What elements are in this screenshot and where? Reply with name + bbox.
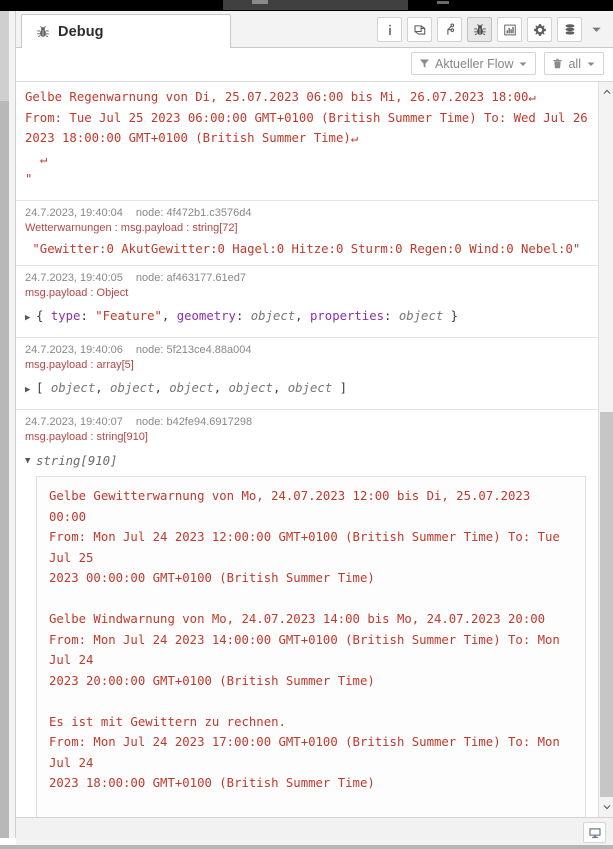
sidebar-tabbar: Debug: [16, 11, 613, 48]
chevron-down-icon: [586, 59, 596, 69]
message-topic[interactable]: msg.payload : string[910]: [16, 430, 598, 446]
filter-funnel-icon: [419, 58, 430, 69]
debug-message-list[interactable]: Gelbe Regenwarnung von Di, 25.07.2023 06…: [16, 82, 598, 817]
clear-messages-button[interactable]: all: [544, 52, 604, 75]
object-preview-tokens: { type: "Feature", geometry: object, pro…: [36, 309, 459, 323]
debug-filter-toolbar: Aktueller Flow all: [16, 48, 613, 82]
info-icon[interactable]: [377, 17, 402, 42]
message-meta: 24.7.2023, 19:40:04 node: 4f472b1.c3576d4: [16, 201, 598, 221]
monitor-icon[interactable]: [583, 822, 606, 843]
expanded-string-content: Gelbe Gewitterwarnung von Mo, 24.07.2023…: [36, 476, 586, 817]
message-node-id: node: 5f213ce4.88a004: [135, 344, 252, 356]
debug-message[interactable]: 24.7.2023, 19:40:05 node: af463177.61ed7 …: [16, 266, 598, 338]
tab-debug[interactable]: Debug: [21, 14, 231, 48]
message-timestamp: 24.7.2023, 19:40:05: [25, 272, 123, 284]
gear-icon[interactable]: [527, 17, 552, 42]
array-preview[interactable]: ▶ [ object, object, object, object, obje…: [16, 374, 598, 409]
debug-scrollbar[interactable]: [598, 82, 613, 817]
chevron-down-icon[interactable]: [599, 799, 613, 815]
string-collapse-toggle[interactable]: ▼ string[910]: [16, 446, 598, 473]
flow-filter-button[interactable]: Aktueller Flow: [410, 52, 537, 75]
message-meta: 24.7.2023, 19:40:06 node: 5f213ce4.88a004: [16, 338, 598, 358]
filter-buttons: Aktueller Flow all: [410, 52, 604, 75]
editor-left-rail: [0, 11, 9, 838]
sidebar-tool-buttons: [377, 17, 605, 42]
chevron-down-icon[interactable]: [587, 17, 605, 42]
chrome-tab-highlight: [252, 0, 268, 4]
debug-message[interactable]: 24.7.2023, 19:40:06 node: 5f213ce4.88a004…: [16, 338, 598, 410]
window-bottom-edge: [0, 845, 613, 849]
bug-icon[interactable]: [467, 17, 492, 42]
editor-left-rail-top: [0, 11, 9, 101]
message-meta: 24.7.2023, 19:40:07 node: b42fe94.6917298: [16, 410, 598, 430]
message-node-id: node: 4f472b1.c3576d4: [135, 206, 252, 219]
trash-icon: [552, 58, 563, 69]
collapse-triangle-icon[interactable]: ▼: [25, 451, 36, 471]
tab-debug-label: Debug: [58, 23, 104, 40]
message-topic[interactable]: msg.payload : array[5]: [16, 358, 598, 374]
os-chrome-strip: [0, 0, 613, 11]
chevron-down-icon: [518, 59, 528, 69]
message-meta: 24.7.2023, 19:40:05 node: af463177.61ed7: [16, 266, 598, 286]
chrome-window-tab: [223, 0, 408, 10]
message-node-id: node: b42fe94.6917298: [135, 416, 253, 428]
chrome-tab-marker: [437, 1, 449, 4]
object-preview[interactable]: ▶ { type: "Feature", geometry: object, p…: [16, 302, 598, 337]
bug-icon: [36, 25, 50, 39]
flow-filter-label: Aktueller Flow: [434, 56, 514, 71]
chevron-up-icon[interactable]: [599, 84, 613, 100]
message-body: Gelbe Regenwarnung von Di, 25.07.2023 06…: [25, 90, 588, 186]
context-data-icon[interactable]: [557, 17, 582, 42]
config-nodes-icon[interactable]: [437, 17, 462, 42]
help-book-icon[interactable]: [407, 17, 432, 42]
array-preview-tokens: [ object, object, object, object, object…: [36, 381, 347, 395]
debug-message[interactable]: 24.7.2023, 19:40:07 node: b42fe94.6917298…: [16, 410, 598, 817]
string-length-label: string[910]: [36, 454, 118, 468]
sidebar-statusbar: [16, 817, 613, 848]
message-topic[interactable]: msg.payload : Object: [16, 286, 598, 302]
clear-messages-label: all: [568, 56, 581, 71]
message-body: "Gewitter:0 AkutGewitter:0 Hagel:0 Hitze…: [25, 241, 581, 256]
message-timestamp: 24.7.2023, 19:40:06: [25, 344, 123, 356]
message-timestamp: 24.7.2023, 19:40:04: [25, 206, 123, 219]
debug-message[interactable]: 24.7.2023, 19:40:04 node: 4f472b1.c3576d4…: [16, 201, 598, 266]
message-timestamp: 24.7.2023, 19:40:07: [25, 416, 123, 428]
scrollbar-thumb[interactable]: [600, 412, 613, 797]
expand-triangle-icon[interactable]: ▶: [25, 380, 36, 400]
debug-message[interactable]: Gelbe Regenwarnung von Di, 25.07.2023 06…: [16, 82, 598, 201]
message-topic[interactable]: Wetterwarnungen : msg.payload : string[7…: [16, 221, 598, 237]
message-node-id: node: af463177.61ed7: [135, 272, 246, 284]
dashboard-chart-icon[interactable]: [497, 17, 522, 42]
expand-triangle-icon[interactable]: ▶: [25, 308, 36, 328]
